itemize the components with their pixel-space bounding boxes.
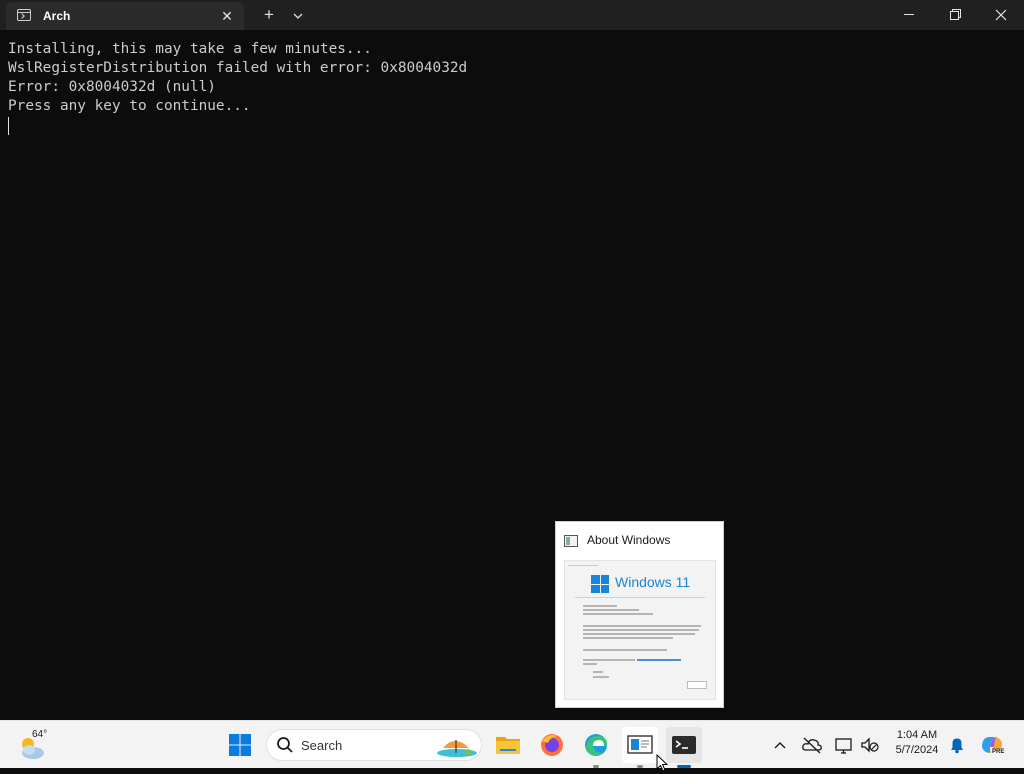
copilot-button[interactable]: PRE bbox=[978, 731, 1006, 759]
tab-title: Arch bbox=[43, 9, 71, 23]
clock-date: 5/7/2024 bbox=[895, 744, 939, 756]
edge-button[interactable] bbox=[578, 727, 614, 768]
terminal-icon bbox=[672, 736, 696, 754]
close-icon bbox=[995, 9, 1007, 21]
about-windows-preview[interactable]: About Windows Windows 11 bbox=[555, 521, 724, 708]
close-window-button[interactable] bbox=[978, 0, 1024, 30]
chevron-down-icon bbox=[293, 13, 303, 19]
terminal-line: WslRegisterDistribution failed with erro… bbox=[8, 60, 468, 76]
pre-badge: PRE bbox=[991, 749, 1006, 755]
search-icon bbox=[277, 737, 293, 753]
winver-icon bbox=[627, 735, 653, 754]
firefox-button[interactable] bbox=[534, 727, 570, 763]
edge-icon bbox=[585, 734, 608, 756]
weather-temp: 64° bbox=[32, 729, 48, 740]
title-bar: Arch ✕ + bbox=[0, 0, 1024, 30]
winver-button[interactable] bbox=[622, 727, 658, 768]
search-label: Search bbox=[301, 738, 343, 753]
thumbnail-text bbox=[583, 609, 639, 611]
tab-dropdown-button[interactable] bbox=[288, 6, 308, 26]
restore-button[interactable] bbox=[932, 0, 978, 30]
tab-arch[interactable]: Arch ✕ bbox=[6, 2, 244, 30]
thumbnail-text bbox=[568, 565, 598, 566]
thumbnail-text bbox=[583, 633, 695, 635]
search-highlight-icon bbox=[437, 740, 477, 757]
cloud-offline-icon bbox=[802, 737, 822, 754]
divider bbox=[575, 597, 705, 598]
close-tab-button[interactable]: ✕ bbox=[217, 6, 237, 26]
taskbar-search-box[interactable]: Search bbox=[266, 729, 482, 761]
text-cursor bbox=[8, 117, 9, 135]
thumbnail-text bbox=[583, 625, 701, 627]
thumbnail-text bbox=[583, 659, 635, 661]
thumbnail-text bbox=[583, 605, 617, 607]
onedrive-tray-button[interactable] bbox=[800, 733, 824, 757]
thumbnail-text bbox=[583, 629, 699, 631]
chevron-up-icon bbox=[774, 742, 786, 749]
terminal-line: Press any key to continue... bbox=[8, 98, 251, 114]
preview-thumbnail: Windows 11 bbox=[564, 560, 716, 700]
thumbnail-text bbox=[593, 671, 603, 673]
thumbnail-link bbox=[637, 659, 681, 661]
terminal-output[interactable]: Installing, this may take a few minutes.… bbox=[8, 40, 467, 135]
ok-button bbox=[687, 681, 707, 689]
notifications-button[interactable] bbox=[946, 733, 968, 757]
winver-icon bbox=[564, 535, 578, 547]
minimize-icon bbox=[904, 14, 914, 15]
terminal-taskbar-button[interactable] bbox=[666, 727, 702, 768]
thumbnail-text bbox=[583, 613, 653, 615]
restore-icon bbox=[950, 9, 961, 20]
windows-11-logo-text: Windows 11 bbox=[615, 574, 691, 590]
network-icon bbox=[835, 738, 852, 754]
terminal-icon bbox=[17, 9, 31, 21]
volume-tray-button[interactable] bbox=[858, 733, 882, 757]
thumbnail-text bbox=[583, 649, 667, 651]
file-explorer-icon bbox=[496, 737, 520, 754]
preview-title: About Windows bbox=[587, 533, 671, 547]
start-button[interactable] bbox=[222, 727, 258, 763]
start-icon bbox=[229, 734, 251, 756]
mouse-cursor-icon bbox=[656, 754, 669, 772]
speaker-muted-icon bbox=[861, 737, 879, 753]
file-explorer-button[interactable] bbox=[490, 727, 526, 763]
network-tray-button[interactable] bbox=[832, 733, 856, 757]
thumbnail-text bbox=[593, 676, 609, 678]
terminal-line: Installing, this may take a few minutes.… bbox=[8, 41, 372, 57]
minimize-button[interactable] bbox=[886, 0, 932, 30]
firefox-icon bbox=[541, 734, 563, 756]
show-hidden-icons-button[interactable] bbox=[770, 733, 790, 757]
thumbnail-text bbox=[583, 637, 673, 639]
clock[interactable]: 1:04 AM 5/7/2024 bbox=[886, 729, 948, 756]
terminal-line: Error: 0x8004032d (null) bbox=[8, 79, 216, 95]
weather-widget[interactable]: 64° bbox=[14, 727, 66, 763]
new-tab-button[interactable]: + bbox=[258, 5, 280, 25]
taskbar: 64° Search 1:04 AM 5/7/2024 PRE bbox=[0, 720, 1024, 772]
windows-logo-icon bbox=[591, 575, 609, 593]
thumbnail-text bbox=[583, 663, 597, 665]
bell-icon bbox=[951, 738, 963, 754]
clock-time: 1:04 AM bbox=[896, 729, 938, 741]
